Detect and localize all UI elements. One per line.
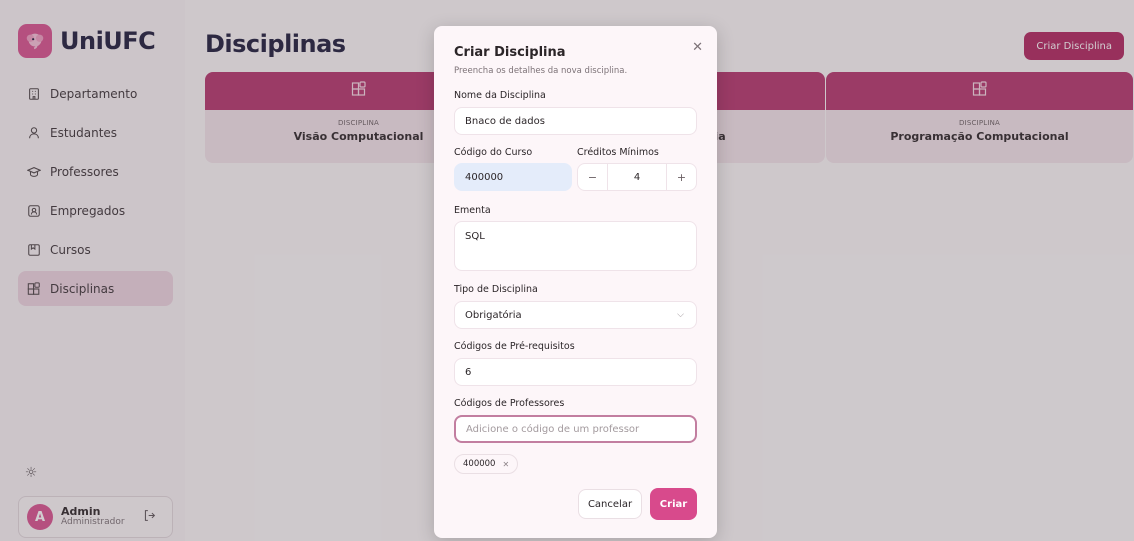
professores-label: Códigos de Professores [454, 398, 565, 409]
tipo-label: Tipo de Disciplina [454, 284, 538, 295]
ementa-textarea[interactable]: SQL [454, 221, 697, 271]
decrement-button[interactable]: − [578, 164, 608, 190]
chevron-down-icon: ⌵ [677, 310, 684, 320]
chip-label: 400000 [463, 459, 496, 469]
codigo-curso-input[interactable]: 400000 [454, 163, 572, 191]
dialog-title: Criar Disciplina [454, 45, 566, 60]
ementa-label: Ementa [454, 205, 491, 216]
professor-chip: 400000 ✕ [454, 454, 519, 474]
tipo-select[interactable]: Obrigatória ⌵ [454, 301, 697, 329]
create-discipline-dialog: ✕ Criar Disciplina Preencha os detalhes … [434, 26, 717, 538]
nome-label: Nome da Disciplina [454, 90, 546, 101]
remove-chip-icon[interactable]: ✕ [502, 460, 509, 469]
cancel-button[interactable]: Cancelar [578, 489, 642, 519]
prerequisitos-label: Códigos de Pré-requisitos [454, 341, 575, 352]
increment-button[interactable]: + [666, 164, 696, 190]
codigo-curso-label: Código do Curso [454, 147, 533, 158]
close-icon[interactable]: ✕ [692, 40, 703, 55]
dialog-subtitle: Preencha os detalhes da nova disciplina. [454, 66, 628, 76]
creditos-label: Créditos Mínimos [577, 147, 659, 158]
nome-input[interactable]: Bnaco de dados [454, 107, 697, 135]
tipo-selected-value: Obrigatória [465, 309, 522, 321]
create-button[interactable]: Criar [650, 488, 697, 520]
creditos-value[interactable]: 4 [608, 172, 666, 183]
creditos-stepper: − 4 + [577, 163, 697, 191]
professores-input[interactable]: Adicione o código de um professor [454, 415, 697, 443]
prerequisitos-input[interactable]: 6 [454, 358, 697, 386]
